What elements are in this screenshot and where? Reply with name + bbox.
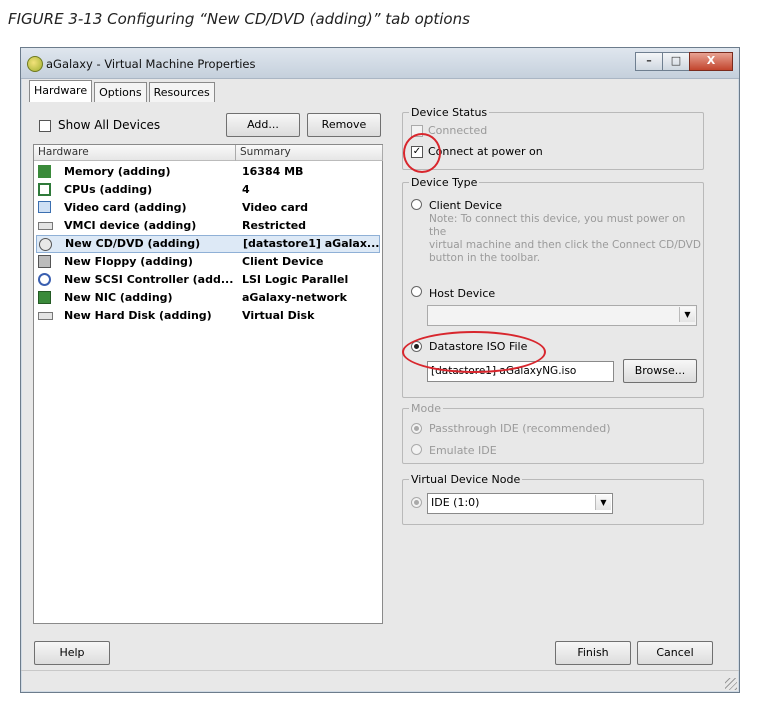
tab-strip: Hardware Options Resources bbox=[29, 80, 217, 102]
device-status-legend: Device Status bbox=[409, 106, 490, 119]
emulate-ide-radio[interactable] bbox=[411, 444, 422, 455]
show-all-devices-label: Show All Devices bbox=[58, 118, 161, 132]
row-summary: [datastore1] aGalax... bbox=[243, 237, 380, 250]
row-name: Video card (adding) bbox=[64, 201, 187, 214]
row-name: New NIC (adding) bbox=[64, 291, 173, 304]
list-item-scsi-controller[interactable]: New SCSI Controller (add... LSI Logic Pa… bbox=[34, 271, 384, 289]
device-icon bbox=[38, 222, 53, 230]
virtual-device-node-legend: Virtual Device Node bbox=[409, 473, 523, 486]
host-device-label: Host Device bbox=[429, 287, 496, 300]
close-icon: X bbox=[706, 54, 716, 67]
cancel-button[interactable]: Cancel bbox=[637, 641, 713, 665]
row-name: New CD/DVD (adding) bbox=[65, 237, 201, 250]
row-summary: Video card bbox=[242, 201, 309, 214]
hardware-list: Hardware Summary Memory (adding) 16384 M… bbox=[33, 144, 383, 624]
row-summary: Virtual Disk bbox=[242, 309, 315, 322]
virtual-device-node-value: IDE (1:0) bbox=[431, 496, 480, 509]
nic-icon bbox=[38, 291, 51, 304]
device-status-group: Device Status Connected ✓ Connect at pow… bbox=[402, 106, 704, 170]
figure-caption: FIGURE 3-13 Configuring “New CD/DVD (add… bbox=[8, 10, 470, 28]
chevron-down-icon: ▼ bbox=[595, 495, 611, 510]
tab-hardware[interactable]: Hardware bbox=[29, 80, 93, 102]
maximize-button[interactable]: □ bbox=[662, 52, 690, 71]
row-summary: Client Device bbox=[242, 255, 324, 268]
client-device-label: Client Device bbox=[429, 199, 502, 212]
help-button[interactable]: Help bbox=[34, 641, 110, 665]
window-title: aGalaxy - Virtual Machine Properties bbox=[46, 57, 256, 71]
note-line: Note: To connect this device, you must p… bbox=[429, 213, 686, 238]
list-item-cpus[interactable]: CPUs (adding) 4 bbox=[34, 181, 384, 199]
note-line: button in the toolbar. bbox=[429, 252, 541, 264]
list-item-floppy[interactable]: New Floppy (adding) Client Device bbox=[34, 253, 384, 271]
mode-legend: Mode bbox=[409, 402, 443, 415]
list-item-video-card[interactable]: Video card (adding) Video card bbox=[34, 199, 384, 217]
minimize-icon: – bbox=[646, 54, 652, 67]
host-device-radio[interactable] bbox=[411, 286, 422, 297]
row-summary: LSI Logic Parallel bbox=[242, 273, 349, 286]
virtual-machine-properties-dialog: aGalaxy - Virtual Machine Properties – □… bbox=[20, 47, 740, 693]
list-item-cd-dvd[interactable]: New CD/DVD (adding) [datastore1] aGalax.… bbox=[36, 235, 380, 253]
footer-divider bbox=[21, 670, 739, 671]
memory-icon bbox=[38, 165, 51, 178]
row-summary: aGalaxy-network bbox=[242, 291, 347, 304]
column-header-summary[interactable]: Summary bbox=[236, 145, 383, 161]
scsi-icon bbox=[38, 273, 51, 286]
client-device-radio[interactable] bbox=[411, 199, 422, 210]
remove-button[interactable]: Remove bbox=[307, 113, 381, 137]
connect-at-power-on-label: Connect at power on bbox=[428, 145, 543, 158]
row-name: Memory (adding) bbox=[64, 165, 171, 178]
row-summary: Restricted bbox=[242, 219, 307, 232]
list-item-memory[interactable]: Memory (adding) 16384 MB bbox=[34, 163, 384, 181]
mode-group: Mode Passthrough IDE (recommended) Emula… bbox=[402, 402, 704, 464]
finish-button[interactable]: Finish bbox=[555, 641, 631, 665]
highlight-circle-power-on bbox=[403, 133, 441, 173]
monitor-icon bbox=[38, 201, 51, 213]
floppy-icon bbox=[38, 255, 51, 268]
client-device-note: Note: To connect this device, you must p… bbox=[429, 213, 703, 265]
show-all-devices-checkbox[interactable] bbox=[39, 120, 51, 132]
row-summary: 16384 MB bbox=[242, 165, 304, 178]
vm-icon bbox=[27, 56, 43, 72]
virtual-device-node-group: Virtual Device Node IDE (1:0) ▼ bbox=[402, 473, 704, 525]
minimize-button[interactable]: – bbox=[635, 52, 663, 71]
note-line: virtual machine and then click the Conne… bbox=[429, 239, 701, 251]
column-header-hardware[interactable]: Hardware bbox=[34, 145, 236, 161]
tab-options[interactable]: Options bbox=[94, 82, 147, 102]
row-name: VMCI device (adding) bbox=[64, 219, 197, 232]
connected-label: Connected bbox=[428, 124, 488, 137]
highlight-circle-datastore-iso bbox=[402, 331, 546, 373]
cpu-icon bbox=[38, 183, 51, 196]
row-name: CPUs (adding) bbox=[64, 183, 153, 196]
chevron-down-icon: ▼ bbox=[679, 307, 695, 322]
passthrough-ide-label: Passthrough IDE (recommended) bbox=[429, 422, 611, 435]
title-bar: aGalaxy - Virtual Machine Properties – □… bbox=[21, 48, 739, 79]
tab-resources[interactable]: Resources bbox=[148, 82, 215, 102]
emulate-ide-label: Emulate IDE bbox=[429, 444, 497, 457]
maximize-icon: □ bbox=[670, 54, 682, 67]
row-name: New Floppy (adding) bbox=[64, 255, 193, 268]
ide-node-radio[interactable] bbox=[411, 497, 422, 508]
cd-dvd-icon bbox=[39, 238, 52, 251]
host-device-select[interactable]: ▼ bbox=[427, 305, 697, 326]
row-name: New SCSI Controller (add... bbox=[64, 273, 234, 286]
close-button[interactable]: X bbox=[689, 52, 733, 71]
passthrough-ide-radio[interactable] bbox=[411, 423, 422, 434]
add-button[interactable]: Add... bbox=[226, 113, 300, 137]
device-type-legend: Device Type bbox=[409, 176, 480, 189]
list-item-nic[interactable]: New NIC (adding) aGalaxy-network bbox=[34, 289, 384, 307]
resize-grip-icon[interactable] bbox=[725, 678, 737, 690]
row-summary: 4 bbox=[242, 183, 250, 196]
browse-button[interactable]: Browse... bbox=[623, 359, 697, 383]
virtual-device-node-select[interactable]: IDE (1:0) ▼ bbox=[427, 493, 613, 514]
list-item-hard-disk[interactable]: New Hard Disk (adding) Virtual Disk bbox=[34, 307, 384, 325]
disk-icon bbox=[38, 312, 53, 320]
row-name: New Hard Disk (adding) bbox=[64, 309, 212, 322]
list-item-vmci[interactable]: VMCI device (adding) Restricted bbox=[34, 217, 384, 235]
